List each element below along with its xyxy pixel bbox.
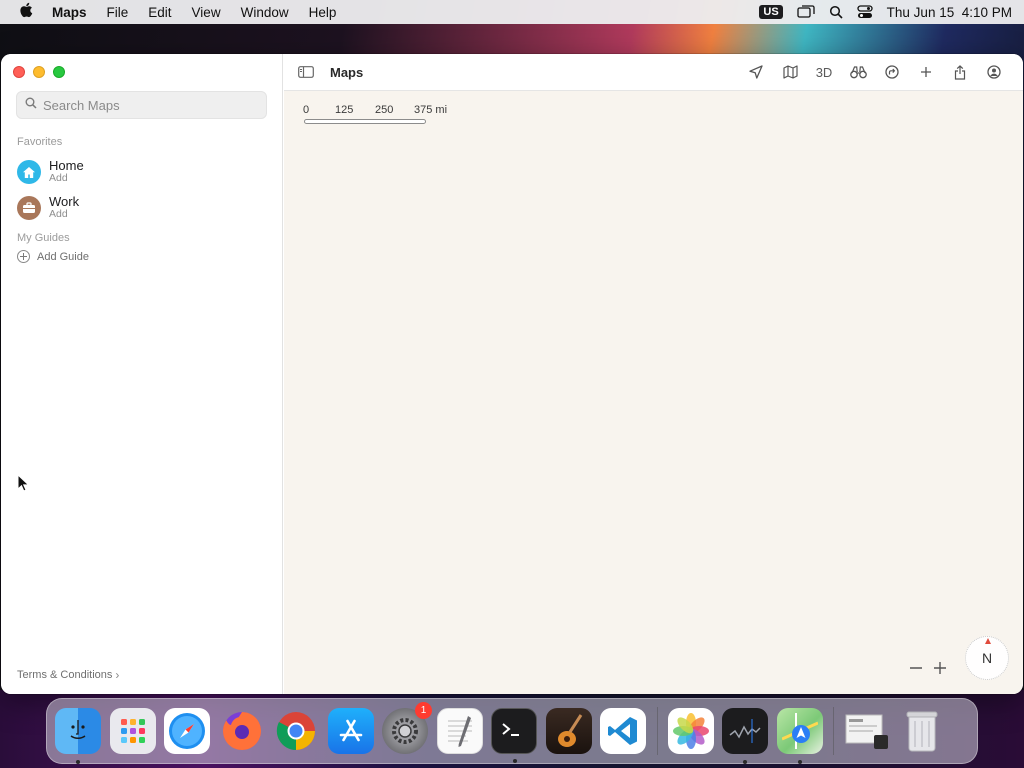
scale-label-3: 375 mi [414,104,448,116]
search-field[interactable] [16,91,267,119]
input-source-badge[interactable]: US [759,5,783,19]
dock-vscode-icon[interactable] [600,708,646,754]
dock-launchpad-icon[interactable] [109,708,156,754]
map-mode-button[interactable] [773,60,807,84]
running-indicator [743,760,747,764]
dock-safari-icon[interactable] [164,708,210,754]
menu-app-name[interactable]: Maps [52,5,97,20]
menu-help[interactable]: Help [299,5,347,20]
menu-file[interactable]: File [97,5,139,20]
menu-view[interactable]: View [182,5,231,20]
toolbar: Maps 3D [284,54,1023,91]
dock-garageband-icon[interactable] [545,708,592,754]
add-guide-button[interactable]: Add Guide [17,250,89,263]
zoom-window-button[interactable] [53,66,65,78]
dock-stocks-icon[interactable] [722,708,768,764]
spotlight-search-icon[interactable] [829,5,843,19]
3d-button[interactable]: 3D [807,60,841,84]
search-input[interactable] [43,97,253,113]
terms-conditions-link[interactable]: Terms & Conditions › [17,668,119,682]
map-scale: 0 125 250 375 mi [303,104,463,124]
scale-label-1: 125 [335,104,354,116]
running-indicator [513,759,517,763]
running-indicator [76,760,80,764]
scale-label-2: 250 [375,104,394,116]
menu-bar: Maps File Edit View Window Help US Thu J… [0,0,1024,24]
dock-system-settings-icon[interactable]: 1 [382,702,432,754]
dock-chrome-icon[interactable] [273,708,319,754]
my-guides-section-title: My Guides [17,232,70,244]
search-icon [25,96,37,114]
house-icon [17,160,41,184]
compass-label: N [981,650,993,666]
zoom-controls [906,657,950,679]
favorite-home-sub: Add [49,172,68,184]
favorite-home[interactable]: Home Add [17,159,84,185]
running-indicator [797,760,802,764]
share-icon[interactable] [943,60,977,84]
favorite-home-name: Home [49,158,84,173]
current-location-button[interactable] [739,60,773,84]
favorites-section-title: Favorites [17,136,63,148]
mouse-cursor-icon [17,473,30,497]
dock-textedit-icon[interactable] [436,708,483,754]
notification-badge: 1 [415,702,432,719]
chevron-right-icon: › [115,668,120,682]
close-window-button[interactable] [13,66,25,78]
dock-terminal-icon[interactable] [491,708,537,763]
map-area[interactable]: Maps 3D 0 125 250 375 mi N [284,54,1023,694]
dock-finder-icon[interactable] [55,708,101,764]
toolbar-title: Maps [330,64,364,80]
dock: 1 [46,698,978,764]
sidebar: Favorites Home Add Work Add My Guides Ad… [1,54,283,694]
briefcase-icon [17,196,41,220]
control-center-icon[interactable] [857,5,873,19]
dock-trash-icon[interactable] [899,708,945,754]
dock-downloads-stack-icon[interactable] [844,708,890,754]
zoom-out-button[interactable] [906,657,926,679]
menubar-clock[interactable]: Thu Jun 15 4:10 PM [887,5,1012,20]
account-icon[interactable] [977,60,1011,84]
compass-button[interactable]: N [965,636,1009,680]
dock-firefox-icon[interactable] [219,708,265,754]
favorite-work-name: Work [49,194,80,209]
dock-app-store-icon[interactable] [327,708,374,754]
favorite-work[interactable]: Work Add [17,195,79,221]
dock-separator [833,707,834,755]
menu-edit[interactable]: Edit [138,5,181,20]
dock-separator [656,707,658,755]
maps-window: Favorites Home Add Work Add My Guides Ad… [1,54,1023,694]
compass-north-pointer-icon [985,638,991,644]
sidebar-toggle-icon[interactable] [298,66,314,78]
add-guide-label: Add Guide [37,250,89,263]
scale-bar [304,119,426,124]
look-around-binoculars-icon[interactable] [841,60,875,84]
dock-maps-icon[interactable] [776,708,823,764]
screen-mirroring-icon[interactable] [797,5,815,19]
directions-button[interactable] [875,60,909,84]
zoom-in-button[interactable] [930,657,950,679]
apple-menu-icon[interactable] [0,2,52,22]
dock-photos-icon[interactable] [667,708,714,754]
add-button[interactable] [909,60,943,84]
plus-circle-icon [17,250,30,263]
terms-label: Terms & Conditions [17,669,113,681]
favorite-work-sub: Add [49,208,68,220]
window-controls [13,66,65,78]
minimize-window-button[interactable] [33,66,45,78]
scale-label-0: 0 [303,104,310,116]
menu-window[interactable]: Window [231,5,299,20]
